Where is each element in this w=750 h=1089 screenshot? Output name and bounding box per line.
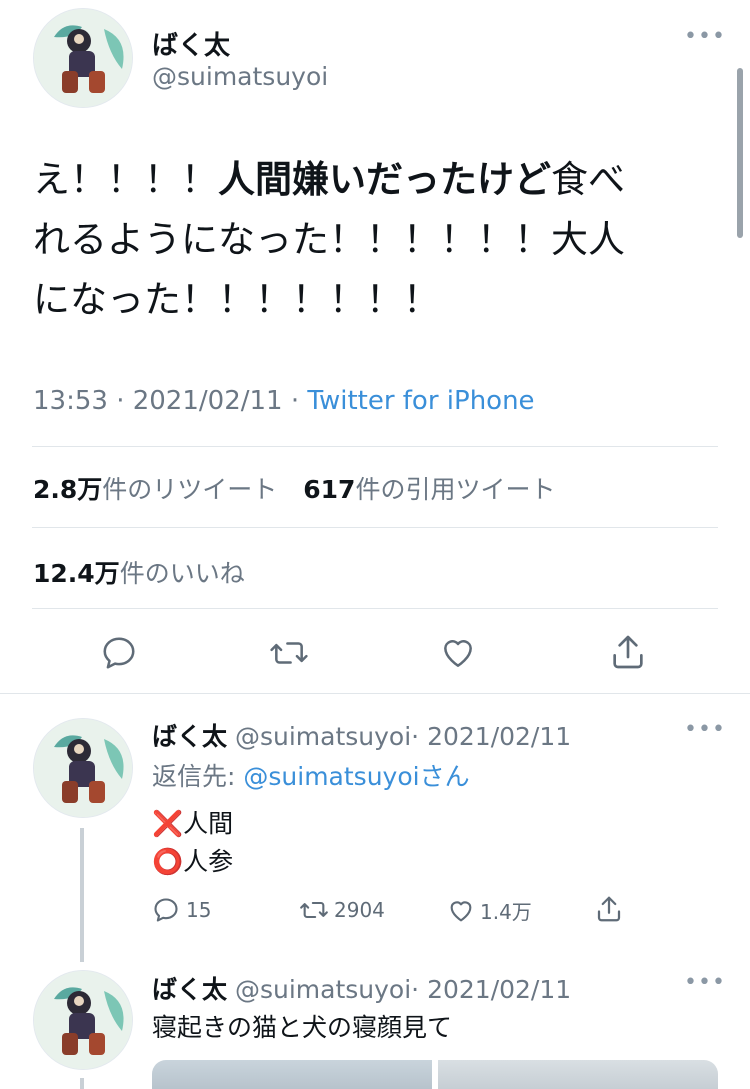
retweet-count: 2904: [334, 898, 385, 922]
reply2-avatar[interactable]: [33, 970, 133, 1070]
divider: [32, 527, 718, 528]
cross-mark-icon: ❌: [152, 809, 184, 838]
reply-to-handle-link[interactable]: @suimatsuyoiさん: [243, 762, 469, 791]
reply2-more-options-button[interactable]: •••: [684, 970, 726, 995]
author-avatar[interactable]: [33, 8, 133, 108]
author-name[interactable]: ばく太: [152, 25, 230, 62]
tweet-source-link[interactable]: Twitter for iPhone: [307, 386, 534, 416]
reply-retweet-button[interactable]: 2904: [298, 896, 385, 924]
divider: [32, 446, 718, 447]
heart-icon: [450, 900, 472, 921]
reply2-header: ばく太 @suimatsuyoi· 2021/02/11: [152, 970, 571, 1006]
share-button[interactable]: [608, 632, 648, 672]
reply2-author-name[interactable]: ばく太: [152, 975, 227, 1004]
like-button[interactable]: [438, 634, 478, 672]
retweet-icon: [270, 642, 308, 664]
reply-header: ばく太 @suimatsuyoi· 2021/02/11: [152, 717, 571, 753]
share-icon: [613, 635, 643, 669]
tweet-text: え！！！！人間嫌いだったけど食べ れるようになった！！！！！！大人 になった！！…: [33, 150, 723, 330]
more-options-button[interactable]: •••: [684, 24, 726, 49]
reply-icon: [103, 637, 135, 669]
media-image-1[interactable]: [152, 1060, 432, 1089]
section-divider: [0, 693, 750, 694]
author-handle[interactable]: @suimatsuyoi: [152, 62, 328, 91]
share-icon: [597, 896, 621, 922]
reply-date[interactable]: · 2021/02/11: [411, 722, 571, 751]
tweet-text-line-1: え！！！！人間嫌いだったけど食べ: [33, 158, 625, 201]
reply-reply-button[interactable]: 15: [152, 896, 211, 924]
tweet-text-line-2: れるようになった！！！！！！大人: [33, 218, 625, 261]
reply-text: ❌人間 ⭕人参: [152, 805, 233, 881]
media-image-2[interactable]: [438, 1060, 718, 1089]
reply-handle[interactable]: @suimatsuyoi: [235, 722, 411, 751]
engagement-stats: 2.8万件のリツイート 617件の引用ツイート: [33, 470, 555, 506]
avatar-illustration: [34, 971, 132, 1069]
reply-button[interactable]: [100, 634, 138, 672]
likes-stat[interactable]: 12.4万件のいいね: [33, 554, 245, 590]
retweet-button[interactable]: [268, 634, 310, 672]
thread-line: [80, 1078, 84, 1089]
reply-line-1: ❌人間: [152, 809, 234, 838]
tweet-timestamp[interactable]: 13:53 · 2021/02/11 ·: [33, 386, 307, 416]
divider: [32, 608, 718, 609]
tweet-text-line-3: になった！！！！！！！: [33, 278, 440, 321]
reply-icon: [154, 898, 178, 922]
reply2-date[interactable]: · 2021/02/11: [411, 975, 571, 1004]
like-count: 1.4万: [480, 900, 532, 924]
retweets-stat[interactable]: 2.8万件のリツイート: [33, 475, 277, 504]
scrollbar[interactable]: [737, 68, 743, 238]
reply-line-2: ⭕人参: [152, 847, 234, 876]
circle-mark-icon: ⭕: [152, 847, 184, 876]
avatar-illustration: [34, 719, 132, 817]
reply-avatar[interactable]: [33, 718, 133, 818]
reply-count: 15: [186, 898, 212, 922]
reply-author-name[interactable]: ばく太: [152, 722, 227, 751]
reply-like-button[interactable]: 1.4万: [446, 896, 532, 925]
reply-more-options-button[interactable]: •••: [684, 717, 726, 742]
reply2-handle[interactable]: @suimatsuyoi: [235, 975, 411, 1004]
heart-icon: [444, 640, 472, 667]
reply2-text: 寝起きの猫と犬の寝顔見て: [152, 1013, 453, 1042]
tweet-meta: 13:53 · 2021/02/11 · Twitter for iPhone: [33, 386, 535, 416]
quotes-stat[interactable]: 617件の引用ツイート: [303, 475, 555, 504]
thread-line: [80, 828, 84, 962]
avatar-illustration: [34, 9, 132, 107]
reply-to: 返信先: @suimatsuyoiさん: [152, 762, 470, 791]
reply-share-button[interactable]: [594, 894, 624, 924]
retweet-icon: [300, 901, 328, 919]
